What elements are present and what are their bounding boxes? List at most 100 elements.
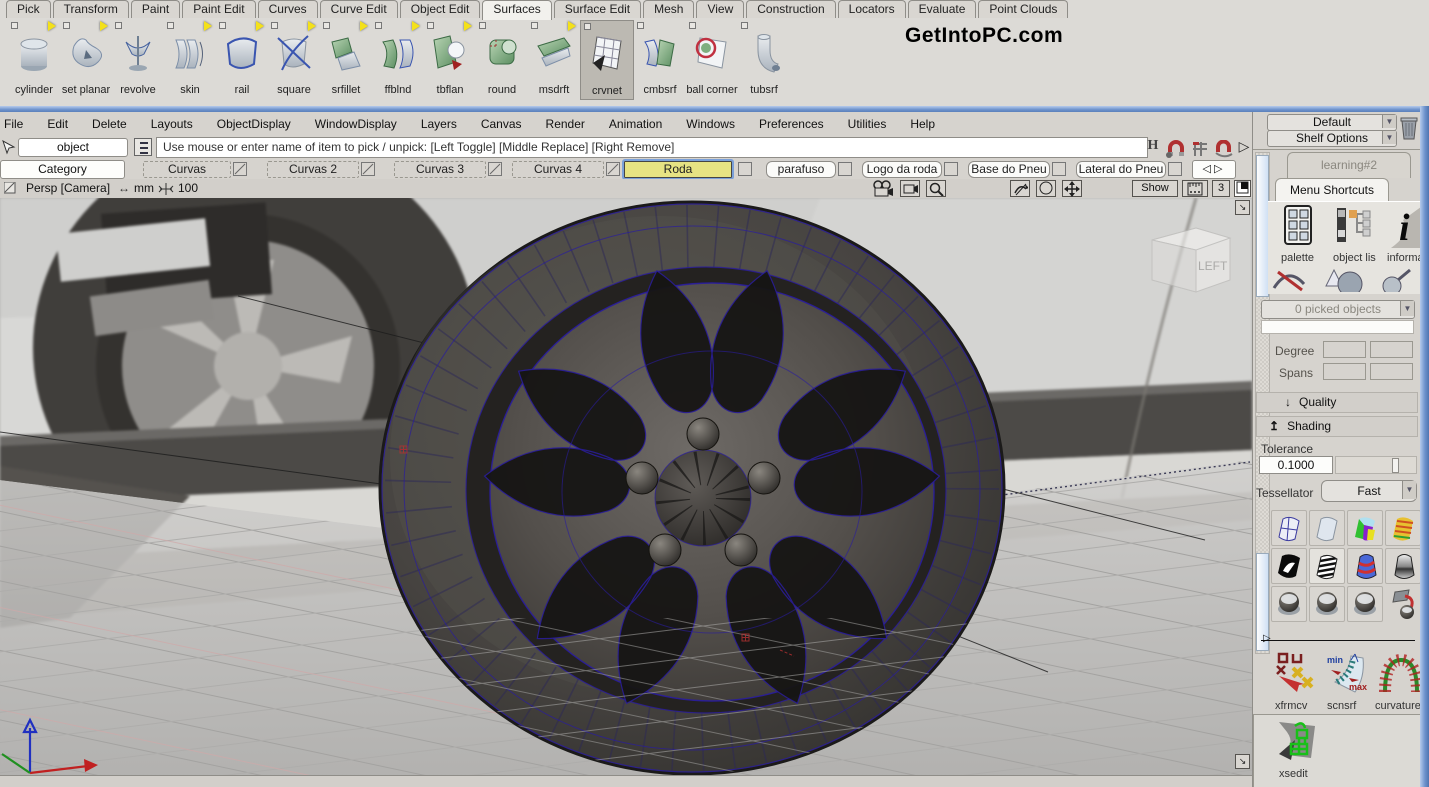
shelf-options-dropdown[interactable]: Shelf Options▼ [1267, 130, 1397, 147]
wheel-model[interactable] [380, 202, 1010, 775]
layer-scroll-buttons[interactable]: ◁▷ [1192, 160, 1236, 179]
layer-symmetry-box[interactable] [1052, 162, 1066, 176]
shelf-tab-point-clouds[interactable]: Point Clouds [978, 0, 1068, 18]
tool-tubsrf[interactable]: tubsrf [738, 20, 790, 98]
camera-icon[interactable] [872, 180, 896, 197]
name-field[interactable] [1261, 320, 1414, 334]
curve-snap-icon[interactable] [1214, 140, 1234, 158]
pick-target-dropdown[interactable]: object [18, 138, 128, 157]
xfrmcv-icon[interactable] [1273, 652, 1317, 696]
shelf-tab-evaluate[interactable]: Evaluate [908, 0, 977, 18]
tool-option-box[interactable] [167, 22, 174, 29]
history-icon[interactable]: H [1143, 138, 1163, 156]
tool-srfillet[interactable]: srfillet [320, 20, 372, 98]
tool-option-box[interactable] [479, 22, 486, 29]
spans-field-2[interactable] [1370, 363, 1413, 380]
shelf-tab-view[interactable]: View [696, 0, 744, 18]
menu-canvas[interactable]: Canvas [469, 117, 534, 131]
zoom-button[interactable] [926, 180, 946, 197]
prompt-list-icon[interactable] [134, 138, 152, 156]
shelf-tab-surfaces[interactable]: Surfaces [482, 0, 551, 20]
tool-cylinder[interactable]: cylinder [8, 20, 60, 98]
shelf-tab-construction[interactable]: Construction [746, 0, 835, 18]
degree-field-1[interactable] [1323, 341, 1366, 358]
layer-tab-lateral-do-pneu[interactable]: Lateral do Pneu [1076, 161, 1166, 178]
layer-tab-roda-active[interactable]: Roda [624, 161, 732, 178]
menu-animation[interactable]: Animation [597, 117, 674, 131]
tool-option-box[interactable] [531, 22, 538, 29]
window-layout-button[interactable] [1234, 180, 1251, 197]
tool-revolve[interactable]: revolve [112, 20, 164, 98]
menu-delete[interactable]: Delete [80, 117, 139, 131]
layer-tab-curvas[interactable]: Curvas [143, 161, 231, 178]
shelf-tab-locators[interactable]: Locators [838, 0, 906, 18]
tool-skin[interactable]: skin [164, 20, 216, 98]
tool-option-box[interactable] [115, 22, 122, 29]
tool-option-box[interactable] [427, 22, 434, 29]
layer-tab-parafuso[interactable]: parafuso [766, 161, 836, 178]
shade-isoangle-button[interactable] [1385, 510, 1421, 546]
tool-msdrft[interactable]: msdrft [528, 20, 580, 98]
shelf-set-dropdown[interactable]: Default▼ [1267, 114, 1397, 131]
shelf-tab-object-edit[interactable]: Object Edit [400, 0, 481, 18]
shade-zebra-button[interactable] [1309, 548, 1345, 584]
menu-layouts[interactable]: Layouts [139, 117, 205, 131]
menu-file[interactable]: File [0, 117, 35, 131]
tool-option-box[interactable] [741, 22, 748, 29]
menu-windowdisplay[interactable]: WindowDisplay [303, 117, 409, 131]
menu-layers[interactable]: Layers [409, 117, 469, 131]
layer-tab-curvas-2[interactable]: Curvas 2 [267, 161, 359, 178]
shelf-tab-surface-edit[interactable]: Surface Edit [554, 0, 641, 18]
tolerance-value-field[interactable]: 0.1000 [1259, 456, 1333, 474]
layer-tab-curvas-4[interactable]: Curvas 4 [512, 161, 604, 178]
layer-symmetry-box[interactable] [1168, 162, 1182, 176]
tool-option-box[interactable] [63, 22, 70, 29]
shade-patches-button[interactable] [1347, 510, 1383, 546]
view-cube[interactable]: LEFT [1152, 228, 1230, 292]
window-resize-icon[interactable] [4, 182, 16, 194]
object-lister-icon[interactable] [1333, 204, 1377, 248]
tool-cmbsrf[interactable]: cmbsrf [634, 20, 686, 98]
shade-bands-button[interactable] [1347, 548, 1383, 584]
shelf-tab-transform[interactable]: Transform [53, 0, 129, 18]
shade-black-button[interactable] [1271, 548, 1307, 584]
menu-objectdisplay[interactable]: ObjectDisplay [205, 117, 303, 131]
shade-wireframe-button[interactable] [1271, 510, 1307, 546]
perspective-viewport[interactable]: LEFT ↘ ↘ [0, 198, 1252, 775]
shelf-tab-pick[interactable]: Pick [6, 0, 51, 18]
viewport-resize-corner-icon[interactable]: ↘ [1235, 754, 1250, 769]
tool-option-box[interactable] [637, 22, 644, 29]
menu-windows[interactable]: Windows [674, 117, 747, 131]
layer-scroll-right-icon[interactable]: ▷ [1214, 163, 1225, 175]
spans-field-1[interactable] [1323, 363, 1366, 380]
tool-ffblnd[interactable]: ffblnd [372, 20, 424, 98]
tool-tbflan[interactable]: tbflan [424, 20, 476, 98]
prompt-expand-icon[interactable]: ▷ [1234, 138, 1254, 156]
tessellator-dropdown[interactable]: Fast▼ [1321, 480, 1417, 502]
picked-objects-dropdown[interactable]: 0 picked objects▼ [1261, 300, 1415, 319]
tool-crvnet[interactable]: crvnet [580, 20, 634, 100]
tolerance-slider[interactable] [1335, 456, 1417, 474]
tool-option-box[interactable] [219, 22, 226, 29]
degree-field-2[interactable] [1370, 341, 1413, 358]
grid-snap-icon[interactable] [1190, 139, 1210, 158]
palette-icon[interactable] [1279, 204, 1323, 248]
tool-option-box[interactable] [271, 22, 278, 29]
menu-shortcuts-tab[interactable]: Menu Shortcuts [1275, 178, 1389, 202]
render-sphere-button-1[interactable] [1271, 586, 1307, 622]
shelf-tab-mesh[interactable]: Mesh [643, 0, 694, 18]
shelf-tab-curves[interactable]: Curves [258, 0, 318, 18]
render-sphere-button-3[interactable] [1347, 586, 1383, 622]
viewport-camera-label[interactable]: Persp [Camera] [26, 181, 110, 195]
layer-symmetry-box[interactable] [606, 162, 620, 176]
tool-ball-corner[interactable]: ball corner [686, 20, 738, 98]
layer-symmetry-box[interactable] [488, 162, 502, 176]
tool-option-box[interactable] [11, 22, 18, 29]
tool-option-box[interactable] [689, 22, 696, 29]
category-button[interactable]: Category [0, 160, 125, 179]
layer-symmetry-box[interactable] [944, 162, 958, 176]
tool-option-box[interactable] [584, 23, 591, 30]
layer-tab-logo-da-roda[interactable]: Logo da roda [862, 161, 942, 178]
prompt-input[interactable]: Use mouse or enter name of item to pick … [156, 137, 1148, 158]
menu-edit[interactable]: Edit [35, 117, 80, 131]
